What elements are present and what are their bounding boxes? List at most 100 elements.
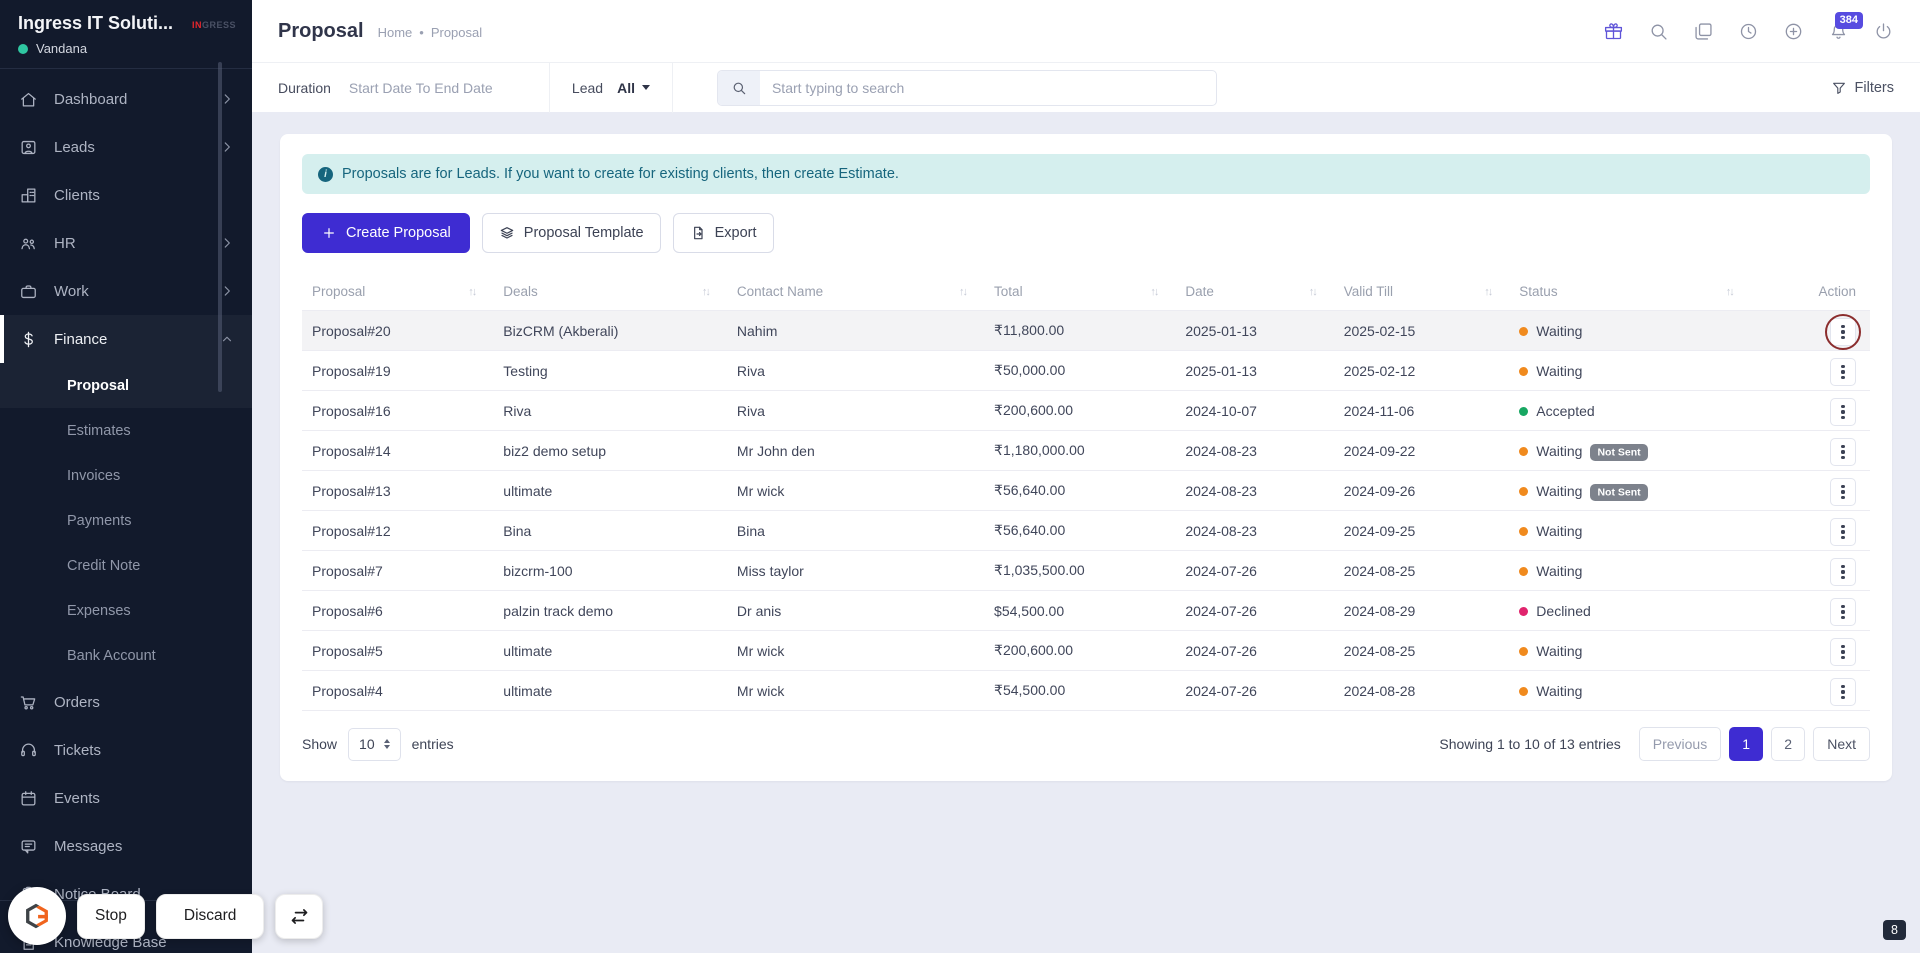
- sidebar-item-label: Tickets: [54, 741, 101, 759]
- show-label: Show: [302, 736, 338, 752]
- sidebar-subitem-invoices[interactable]: Invoices: [0, 453, 252, 498]
- column-header-total[interactable]: Total ↑↓: [984, 273, 1176, 311]
- row-actions-button[interactable]: [1830, 398, 1856, 427]
- breadcrumb-home[interactable]: Home: [378, 25, 413, 40]
- sidebar: Ingress IT Soluti... Vandana INGRESS Das…: [0, 0, 252, 953]
- cell-proposal: Proposal#14: [302, 430, 494, 471]
- sidebar-item-messages[interactable]: Messages: [0, 822, 252, 870]
- page-numbers: 12: [1729, 727, 1806, 761]
- column-header-status[interactable]: Status ↑↓: [1509, 273, 1751, 311]
- table-row[interactable]: Proposal#7 bizcrm-100 Miss taylor ₹1,035,50…: [302, 550, 1870, 591]
- row-actions-button[interactable]: [1830, 438, 1856, 467]
- filter-bar: Duration Lead All Filters: [252, 62, 1920, 113]
- status-dot: [1519, 487, 1529, 497]
- table-row[interactable]: Proposal#5 ultimate Mr wick ₹200,600.00 2024…: [302, 630, 1870, 671]
- sidebar-subitem-proposal[interactable]: Proposal: [0, 363, 252, 408]
- table-row[interactable]: Proposal#20 BizCRM (Akberali) Nahim ₹11,800…: [302, 310, 1870, 351]
- sidebar-item-clients[interactable]: Clients: [0, 171, 252, 219]
- swap-button[interactable]: [275, 893, 324, 939]
- sidebar-subitem-payments[interactable]: Payments: [0, 498, 252, 543]
- spinner-icon: [383, 739, 390, 749]
- cell-valid-till: 2024-08-28: [1333, 670, 1510, 711]
- divider: [548, 62, 550, 113]
- cell-valid-till: 2025-02-12: [1333, 350, 1510, 391]
- filters-button[interactable]: Filters: [1831, 80, 1894, 96]
- page-button-1[interactable]: 1: [1729, 727, 1764, 761]
- proposal-template-button[interactable]: Proposal Template: [481, 213, 661, 253]
- sidebar-item-leads[interactable]: Leads: [0, 123, 252, 171]
- sidebar-subitem-bank-account[interactable]: Bank Account: [0, 633, 252, 678]
- sidebar-subitem-estimates[interactable]: Estimates: [0, 408, 252, 453]
- sidebar-item-dashboard[interactable]: Dashboard: [0, 75, 252, 123]
- discard-button[interactable]: Discard: [155, 893, 265, 939]
- create-proposal-button[interactable]: Create Proposal: [302, 213, 470, 253]
- bell-icon[interactable]: 384: [1828, 11, 1863, 42]
- info-alert: i Proposals are for Leads. If you want t…: [302, 154, 1870, 194]
- kebab-icon: [1841, 444, 1845, 460]
- page-button-2[interactable]: 2: [1771, 727, 1806, 761]
- sidebar-item-work[interactable]: Work: [0, 267, 252, 315]
- row-actions-button[interactable]: [1830, 558, 1856, 587]
- cell-date: 2024-10-07: [1175, 390, 1334, 431]
- export-button[interactable]: Export: [672, 213, 774, 253]
- sort-icon[interactable]: ↑↓: [702, 286, 717, 298]
- table-row[interactable]: Proposal#16 Riva Riva ₹200,600.00 2024-10-07…: [302, 390, 1870, 431]
- sidebar-item-events[interactable]: Events: [0, 774, 252, 822]
- app-logo[interactable]: [8, 887, 66, 945]
- row-actions-button[interactable]: [1825, 314, 1861, 351]
- search-input[interactable]: [759, 79, 1216, 96]
- notes-icon[interactable]: [1693, 21, 1714, 42]
- previous-page-button[interactable]: Previous: [1638, 727, 1722, 761]
- cell-contact: Riva: [726, 390, 985, 431]
- power-icon[interactable]: [1873, 21, 1894, 42]
- table-row[interactable]: Proposal#19 Testing Riva ₹50,000.00 2025-01-…: [302, 350, 1870, 391]
- cell-proposal: Proposal#13: [302, 470, 494, 511]
- sort-icon[interactable]: ↑↓: [1150, 286, 1165, 298]
- sort-icon[interactable]: ↑↓: [468, 286, 483, 298]
- plus-circle-icon[interactable]: [1783, 21, 1804, 42]
- chevron-right-icon: [220, 92, 234, 106]
- column-header-action: Action: [1750, 273, 1870, 311]
- duration-input[interactable]: [346, 78, 527, 97]
- sidebar-item-orders[interactable]: Orders: [0, 678, 252, 726]
- sort-icon[interactable]: ↑↓: [1726, 286, 1741, 298]
- status-dot: [1519, 407, 1529, 417]
- sidebar-scrollbar[interactable]: [218, 62, 222, 392]
- orders-icon: [18, 692, 38, 712]
- column-header-contact-name[interactable]: Contact Name ↑↓: [726, 273, 985, 311]
- info-icon: i: [318, 166, 333, 182]
- search-icon[interactable]: [1648, 21, 1669, 42]
- lead-dropdown[interactable]: All: [617, 80, 650, 96]
- sort-icon[interactable]: ↑↓: [1309, 286, 1324, 298]
- column-header-valid-till[interactable]: Valid Till ↑↓: [1333, 273, 1510, 311]
- row-actions-button[interactable]: [1830, 478, 1856, 507]
- stop-button[interactable]: Stop: [77, 893, 145, 939]
- table-row[interactable]: Proposal#13 ultimate Mr wick ₹56,640.00 2024…: [302, 470, 1870, 511]
- row-actions-button[interactable]: [1830, 518, 1856, 547]
- sort-icon[interactable]: ↑↓: [1484, 286, 1499, 298]
- clock-icon[interactable]: [1738, 21, 1759, 42]
- row-actions-button[interactable]: [1830, 358, 1856, 387]
- page-size-select[interactable]: 10: [348, 727, 401, 761]
- table-row[interactable]: Proposal#4 ultimate Mr wick ₹54,500.00 2024-…: [302, 670, 1870, 711]
- column-header-proposal[interactable]: Proposal ↑↓: [302, 273, 494, 311]
- next-page-button[interactable]: Next: [1813, 727, 1870, 761]
- sort-icon[interactable]: ↑↓: [959, 286, 974, 298]
- gift-icon[interactable]: [1603, 21, 1624, 42]
- sidebar-subitem-expenses[interactable]: Expenses: [0, 588, 252, 633]
- row-actions-button[interactable]: [1830, 678, 1856, 707]
- sidebar-item-finance[interactable]: Finance: [0, 315, 252, 363]
- column-header-deals[interactable]: Deals ↑↓: [493, 273, 727, 311]
- table-row[interactable]: Proposal#14 biz2 demo setup Mr John den ₹1,…: [302, 430, 1870, 471]
- cell-status: Waiting Not Sent: [1509, 470, 1751, 511]
- table-row[interactable]: Proposal#12 Bina Bina ₹56,640.00 2024-08-23 2…: [302, 510, 1870, 551]
- toolbar: Create Proposal Proposal Template Export: [302, 213, 1870, 253]
- row-actions-button[interactable]: [1830, 598, 1856, 627]
- row-actions-button[interactable]: [1830, 638, 1856, 667]
- table-row[interactable]: Proposal#6 palzin track demo Dr anis $54,50…: [302, 590, 1870, 631]
- sidebar-item-hr[interactable]: HR: [0, 219, 252, 267]
- sidebar-subitem-credit-note[interactable]: Credit Note: [0, 543, 252, 588]
- sidebar-item-tickets[interactable]: Tickets: [0, 726, 252, 774]
- cell-date: 2024-07-26: [1175, 630, 1334, 671]
- column-header-date[interactable]: Date ↑↓: [1175, 273, 1334, 311]
